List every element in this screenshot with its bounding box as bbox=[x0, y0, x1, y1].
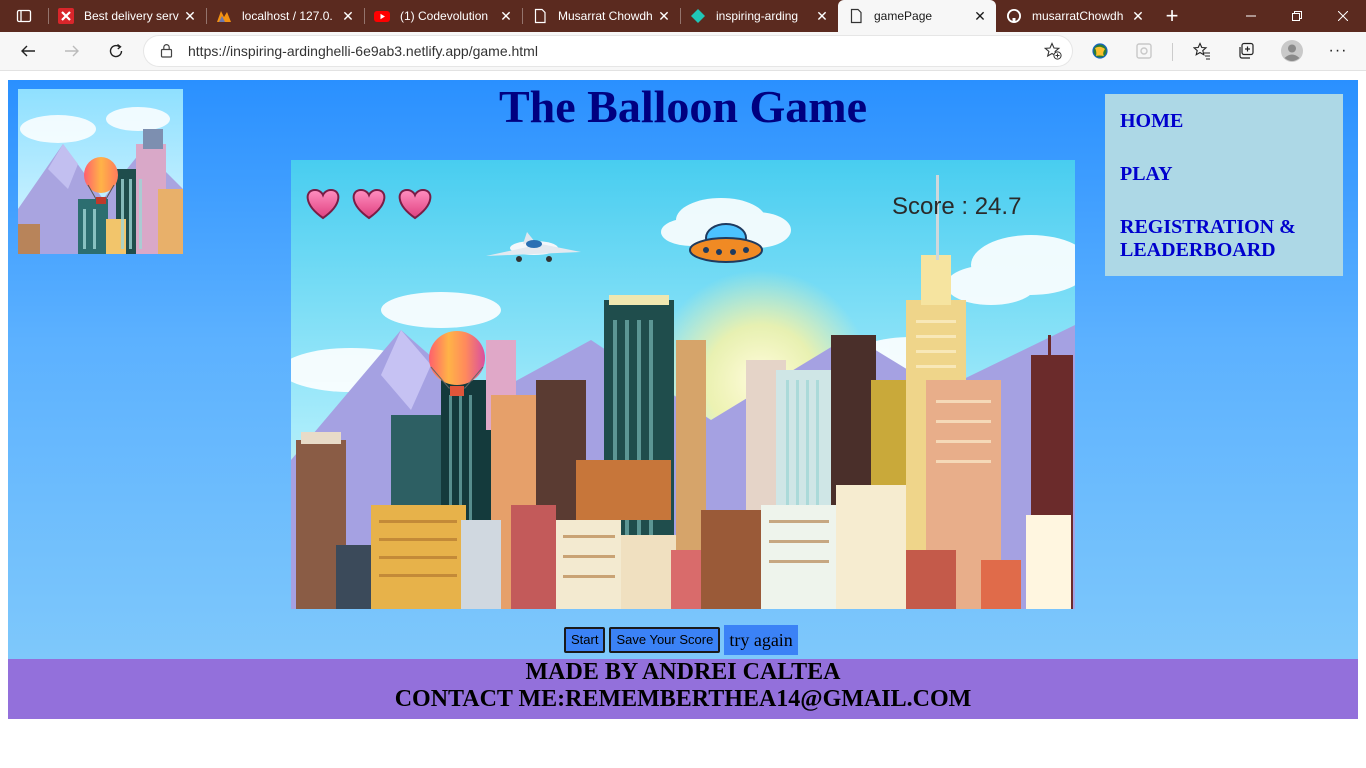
github-favicon-icon bbox=[1006, 8, 1022, 24]
tab-close-icon[interactable]: ✕ bbox=[340, 8, 356, 25]
tab-title: (1) Codevolution bbox=[400, 9, 489, 23]
score-display: Score : 24.7 bbox=[892, 193, 1022, 220]
window-controls bbox=[1228, 0, 1366, 32]
footer-contact: CONTACT ME:REMEMBERTHEA14@GMAIL.COM bbox=[394, 686, 972, 712]
back-button[interactable] bbox=[13, 36, 43, 66]
browser-tab[interactable]: (1) Codevolution ✕ bbox=[364, 0, 522, 32]
back-arrow-icon bbox=[21, 45, 35, 57]
avatar-icon bbox=[1281, 40, 1303, 62]
globe-extension-icon bbox=[1092, 43, 1108, 59]
nav-play-link[interactable]: PLAY bbox=[1120, 163, 1173, 186]
browser-tab[interactable]: musarratChowdh ✕ bbox=[996, 0, 1154, 32]
game-controls: Start Save Your Score try again bbox=[564, 625, 798, 655]
more-dots-icon: ··· bbox=[1328, 42, 1348, 59]
close-icon bbox=[1338, 11, 1348, 21]
netlify-favicon-icon bbox=[690, 8, 706, 24]
tab-close-icon[interactable]: ✕ bbox=[498, 8, 514, 25]
forward-button[interactable] bbox=[57, 36, 87, 66]
nav-home-link[interactable]: HOME bbox=[1120, 110, 1183, 133]
game-page: The Balloon Game HOME PLAY REGISTRATION … bbox=[8, 80, 1358, 659]
browser-tab[interactable]: localhost / 127.0. ✕ bbox=[206, 0, 364, 32]
extension-button[interactable] bbox=[1129, 36, 1159, 66]
nav-registration-line1: REGISTRATION & bbox=[1120, 216, 1296, 238]
browser-tab[interactable]: inspiring-arding ✕ bbox=[680, 0, 838, 32]
favorites-button[interactable] bbox=[1187, 36, 1217, 66]
tab-title: Best delivery serv bbox=[84, 9, 179, 23]
address-bar[interactable]: https://inspiring-ardinghelli-6e9ab3.net… bbox=[144, 36, 1072, 66]
minimize-icon bbox=[1246, 15, 1256, 17]
page-footer: MADE BY ANDREI CALTEA CONTACT ME:REMEMBE… bbox=[8, 659, 1358, 719]
footer-credit: MADE BY ANDREI CALTEA bbox=[525, 659, 841, 685]
profile-button[interactable] bbox=[1277, 36, 1307, 66]
tab-actions-icon bbox=[16, 9, 32, 23]
new-tab-button[interactable]: + bbox=[1154, 0, 1190, 32]
extension-globe-button[interactable] bbox=[1085, 36, 1115, 66]
tab-title: inspiring-arding bbox=[716, 9, 799, 23]
youtube-favicon-icon bbox=[374, 8, 390, 24]
lock-icon[interactable] bbox=[160, 43, 173, 63]
minimize-button[interactable] bbox=[1228, 0, 1274, 32]
browser-tab-bar: Best delivery serv ✕ localhost / 127.0. … bbox=[0, 0, 1366, 32]
tab-title: gamePage bbox=[874, 9, 933, 23]
collections-icon bbox=[1239, 42, 1254, 59]
tab-actions-button[interactable] bbox=[0, 0, 48, 32]
tab-close-icon[interactable]: ✕ bbox=[814, 8, 830, 25]
nav-registration-link[interactable]: REGISTRATION & LEADERBOARD bbox=[1120, 216, 1296, 262]
browser-tab[interactable]: Best delivery serv ✕ bbox=[48, 0, 206, 32]
plus-icon: + bbox=[1165, 3, 1179, 28]
try-again-button[interactable]: try again bbox=[724, 625, 798, 655]
phpmyadmin-favicon-icon bbox=[216, 8, 232, 24]
start-button[interactable]: Start bbox=[564, 627, 606, 653]
tab-title: localhost / 127.0. bbox=[242, 9, 333, 23]
game-canvas[interactable]: Score : 24.7 bbox=[291, 160, 1075, 609]
favorite-star-add-icon[interactable] bbox=[1043, 42, 1062, 65]
tab-close-icon[interactable]: ✕ bbox=[972, 8, 988, 25]
page-favicon-icon bbox=[848, 8, 864, 24]
nav-menu: HOME PLAY REGISTRATION & LEADERBOARD bbox=[1105, 94, 1343, 276]
restore-icon bbox=[1292, 11, 1302, 21]
save-score-button[interactable]: Save Your Score bbox=[609, 627, 721, 653]
tab-close-icon[interactable]: ✕ bbox=[182, 8, 198, 25]
toolbar-divider bbox=[1172, 43, 1173, 61]
tab-title: Musarrat Chowdh bbox=[558, 9, 653, 23]
lives-hearts bbox=[306, 188, 432, 220]
tab-close-icon[interactable]: ✕ bbox=[656, 8, 672, 25]
url-text[interactable]: https://inspiring-ardinghelli-6e9ab3.net… bbox=[188, 43, 538, 59]
close-window-button[interactable] bbox=[1320, 0, 1366, 32]
tab-close-icon[interactable]: ✕ bbox=[1130, 8, 1146, 25]
collections-button[interactable] bbox=[1231, 36, 1261, 66]
forward-arrow-icon bbox=[65, 45, 79, 57]
refresh-button[interactable] bbox=[101, 36, 131, 66]
settings-more-button[interactable]: ··· bbox=[1323, 36, 1353, 66]
nav-registration-line2: LEADERBOARD bbox=[1120, 239, 1276, 261]
refresh-icon bbox=[109, 43, 123, 58]
tab-title: musarratChowdh bbox=[1032, 9, 1124, 23]
restore-button[interactable] bbox=[1274, 0, 1320, 32]
city-scene-image bbox=[291, 160, 1075, 609]
red-x-favicon-icon bbox=[58, 8, 74, 24]
browser-tab[interactable]: Musarrat Chowdh ✕ bbox=[522, 0, 680, 32]
browser-toolbar: https://inspiring-ardinghelli-6e9ab3.net… bbox=[0, 32, 1366, 71]
browser-tab-active[interactable]: gamePage ✕ bbox=[838, 0, 996, 32]
favorites-list-icon bbox=[1193, 42, 1210, 60]
page-favicon-icon bbox=[532, 8, 548, 24]
extension-puzzle-icon bbox=[1136, 43, 1152, 59]
